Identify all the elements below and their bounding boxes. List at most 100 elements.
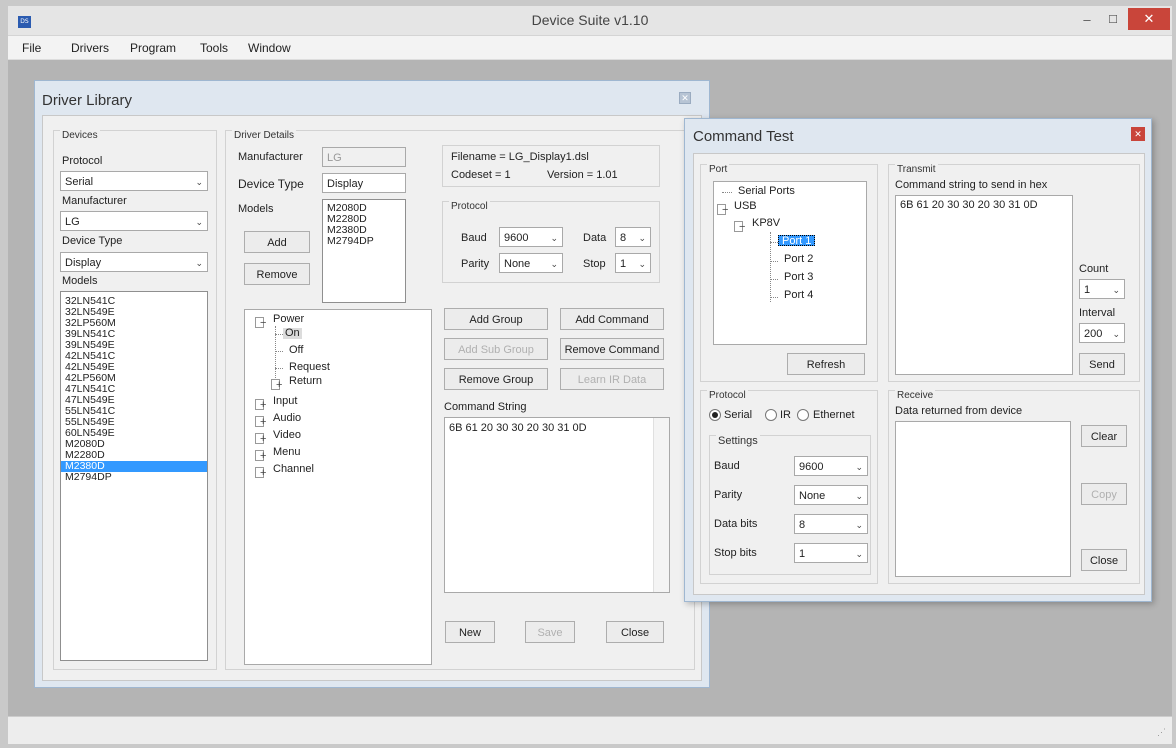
collapse-icon[interactable]: − [734,221,745,233]
scrollbar[interactable] [653,418,669,592]
tree-node-request[interactable]: Request [285,362,330,373]
manufacturer-select[interactable]: LG ⌄ [60,211,208,231]
save-button[interactable]: Save [525,621,575,643]
add-group-button[interactable]: Add Group [444,308,548,330]
app-title-bar: DS Device Suite v1.10 – ☐ ✕ [8,6,1172,36]
maximize-button[interactable]: ☐ [1102,10,1124,30]
command-test-body: Port Serial Ports − USB − KP8V Port 1 Po… [693,153,1145,595]
tree-node-off[interactable]: Off [285,345,303,356]
resize-grip-icon[interactable]: ⋰ [1157,727,1166,738]
expand-icon[interactable]: + [255,467,266,479]
expand-icon[interactable]: + [271,379,282,391]
radio-ir-label[interactable]: IR [780,409,791,421]
menu-window[interactable]: Window [248,41,291,55]
driver-library-body: Devices Protocol Serial ⌄ Manufacturer LG… [42,115,702,681]
remove-model-button[interactable]: Remove [244,263,310,285]
list-item[interactable]: M2794DP [61,472,207,483]
ct-stopbits-select[interactable]: 1 ⌄ [794,543,868,563]
menu-tools[interactable]: Tools [200,41,228,55]
add-command-button[interactable]: Add Command [560,308,664,330]
stop-select[interactable]: 1 ⌄ [615,253,651,273]
expand-icon[interactable]: + [255,399,266,411]
tree-node-audio[interactable]: Audio [269,413,301,424]
tree-node-usb[interactable]: USB [730,201,757,212]
menu-bar: File Drivers Program Tools Window [8,36,1172,60]
models-list[interactable]: 32LN541C 32LN549E 32LP560M 39LN541C 39LN… [60,291,208,661]
tree-node-kp8v[interactable]: KP8V [748,218,780,229]
radio-serial-label[interactable]: Serial [724,409,752,421]
parity-select[interactable]: None ⌄ [499,253,563,273]
protocol-select[interactable]: Serial ⌄ [60,171,208,191]
command-string-textarea[interactable]: 6B 61 20 30 30 20 30 31 0D [444,417,670,593]
tree-node-port-3[interactable]: Port 3 [780,272,813,283]
expand-icon[interactable]: + [255,416,266,428]
minimize-button[interactable]: – [1076,10,1098,30]
learn-ir-data-button[interactable]: Learn IR Data [560,368,664,390]
tree-node-menu[interactable]: Menu [269,447,301,458]
menu-file[interactable]: File [22,41,41,55]
close-button[interactable]: ✕ [1128,8,1170,30]
receive-group: Receive Data returned from device Clear … [888,390,1140,584]
device-type-select[interactable]: Display ⌄ [60,252,208,272]
close-test-button[interactable]: Close [1081,549,1127,571]
details-models-list[interactable]: M2080D M2280D M2380D M2794DP [322,199,406,303]
codeset-text: Codeset = 1 [451,169,511,181]
clear-button[interactable]: Clear [1081,425,1127,447]
radio-ir[interactable] [765,409,777,421]
tree-node-serial-ports[interactable]: Serial Ports [734,186,795,197]
tree-node-power[interactable]: Power [269,314,304,325]
tree-node-video[interactable]: Video [269,430,301,441]
port-group: Port Serial Ports − USB − KP8V Port 1 Po… [700,164,878,382]
expand-icon[interactable]: + [255,450,266,462]
copy-button[interactable]: Copy [1081,483,1127,505]
transmit-group-label: Transmit [895,164,938,175]
baud-select[interactable]: 9600 ⌄ [499,227,563,247]
devices-group: Devices Protocol Serial ⌄ Manufacturer LG… [53,130,217,670]
radio-serial[interactable] [709,409,721,421]
tree-node-on[interactable]: On [283,328,302,339]
radio-ethernet-label[interactable]: Ethernet [813,409,855,421]
tree-node-input[interactable]: Input [269,396,297,407]
details-device-type-label: Device Type [238,177,304,191]
status-bar: ⋰ [8,716,1172,744]
receive-textarea[interactable] [895,421,1071,577]
send-button[interactable]: Send [1079,353,1125,375]
collapse-icon[interactable]: − [255,317,266,329]
baud-label: Baud [461,232,487,244]
menu-program[interactable]: Program [130,41,176,55]
new-button[interactable]: New [445,621,495,643]
remove-command-button[interactable]: Remove Command [560,338,664,360]
chevron-down-icon: ⌄ [638,233,646,243]
driver-details-group: Driver Details Manufacturer LG Device Ty… [225,130,695,670]
command-test-close-icon[interactable]: ✕ [1131,127,1145,141]
ct-baud-select[interactable]: 9600 ⌄ [794,456,868,476]
add-sub-group-button[interactable]: Add Sub Group [444,338,548,360]
command-tree[interactable]: − Power On Off Request + Return + Input … [244,309,432,665]
list-item[interactable]: M2794DP [323,236,405,247]
tree-node-channel[interactable]: Channel [269,464,314,475]
tree-node-return[interactable]: Return [285,376,322,387]
tree-node-port-2[interactable]: Port 2 [780,254,813,265]
details-device-type-field[interactable]: Display [322,173,406,193]
tree-node-port-1-selected[interactable]: Port 1 [778,235,816,247]
transmit-textarea[interactable]: 6B 61 20 30 30 20 30 31 0D [895,195,1073,375]
port-tree[interactable]: Serial Ports − USB − KP8V Port 1 Port 2 … [713,181,867,345]
ct-databits-select[interactable]: 8 ⌄ [794,514,868,534]
command-string-value: 6B 61 20 30 30 20 30 31 0D [449,422,587,434]
tree-node-port-4[interactable]: Port 4 [780,290,813,301]
remove-group-button[interactable]: Remove Group [444,368,548,390]
chevron-down-icon: ⌄ [855,462,863,472]
radio-ethernet[interactable] [797,409,809,421]
ct-parity-select[interactable]: None ⌄ [794,485,868,505]
data-select[interactable]: 8 ⌄ [615,227,651,247]
close-driver-button[interactable]: Close [606,621,664,643]
refresh-button[interactable]: Refresh [787,353,865,375]
add-model-button[interactable]: Add [244,231,310,253]
count-select[interactable]: 1 ⌄ [1079,279,1125,299]
expand-icon[interactable]: + [255,433,266,445]
collapse-icon[interactable]: − [717,204,728,216]
interval-select[interactable]: 200 ⌄ [1079,323,1125,343]
menu-drivers[interactable]: Drivers [71,41,109,55]
driver-library-close-icon[interactable]: ✕ [679,92,691,104]
driver-library-dialog: Driver Library ✕ Devices Protocol Serial… [34,80,710,688]
